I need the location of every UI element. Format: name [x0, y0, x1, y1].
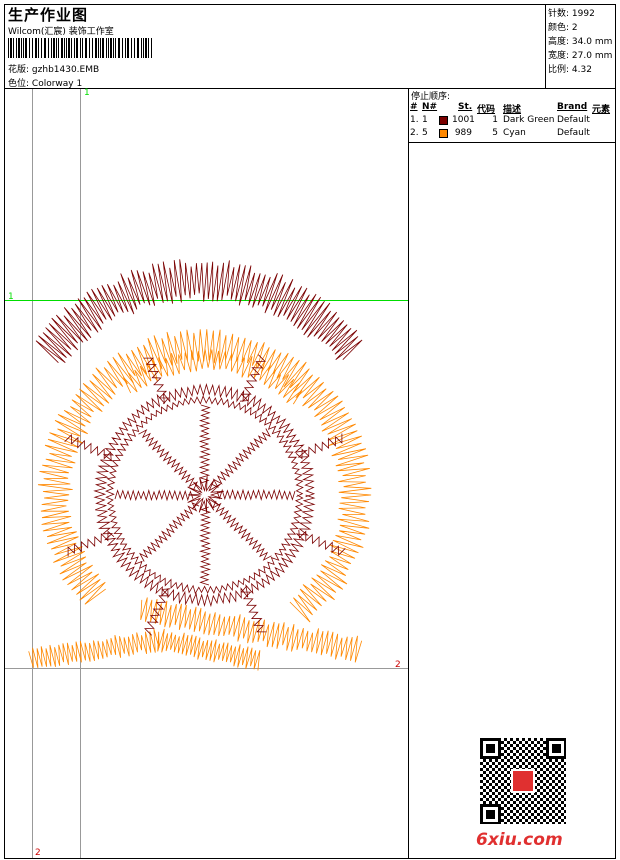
- qr-code: [480, 738, 566, 824]
- stitch-spoke: [199, 506, 212, 586]
- stitch-handle: [298, 529, 346, 556]
- stitch-spoke: [198, 404, 211, 484]
- watermark: 6xiu.com: [476, 830, 563, 850]
- stitch-orange-ribbon: [140, 597, 363, 663]
- design-canvas: [5, 89, 408, 858]
- stitch-spoke: [210, 428, 271, 488]
- guide-label: 1: [8, 292, 14, 302]
- qr-logo: [511, 769, 535, 793]
- stitch-spoke: [139, 502, 200, 562]
- stitch-spoke: [212, 500, 272, 561]
- stitch-dark-circle: [105, 395, 304, 595]
- stitch-spoke: [114, 489, 194, 502]
- guide-label: 1: [84, 88, 90, 98]
- stitch-spoke: [216, 488, 296, 501]
- stitch-orange-ribbon: [28, 628, 261, 671]
- stitch-spoke: [138, 429, 198, 490]
- guide-label: 2: [395, 660, 401, 670]
- guide-label: 2: [35, 848, 41, 858]
